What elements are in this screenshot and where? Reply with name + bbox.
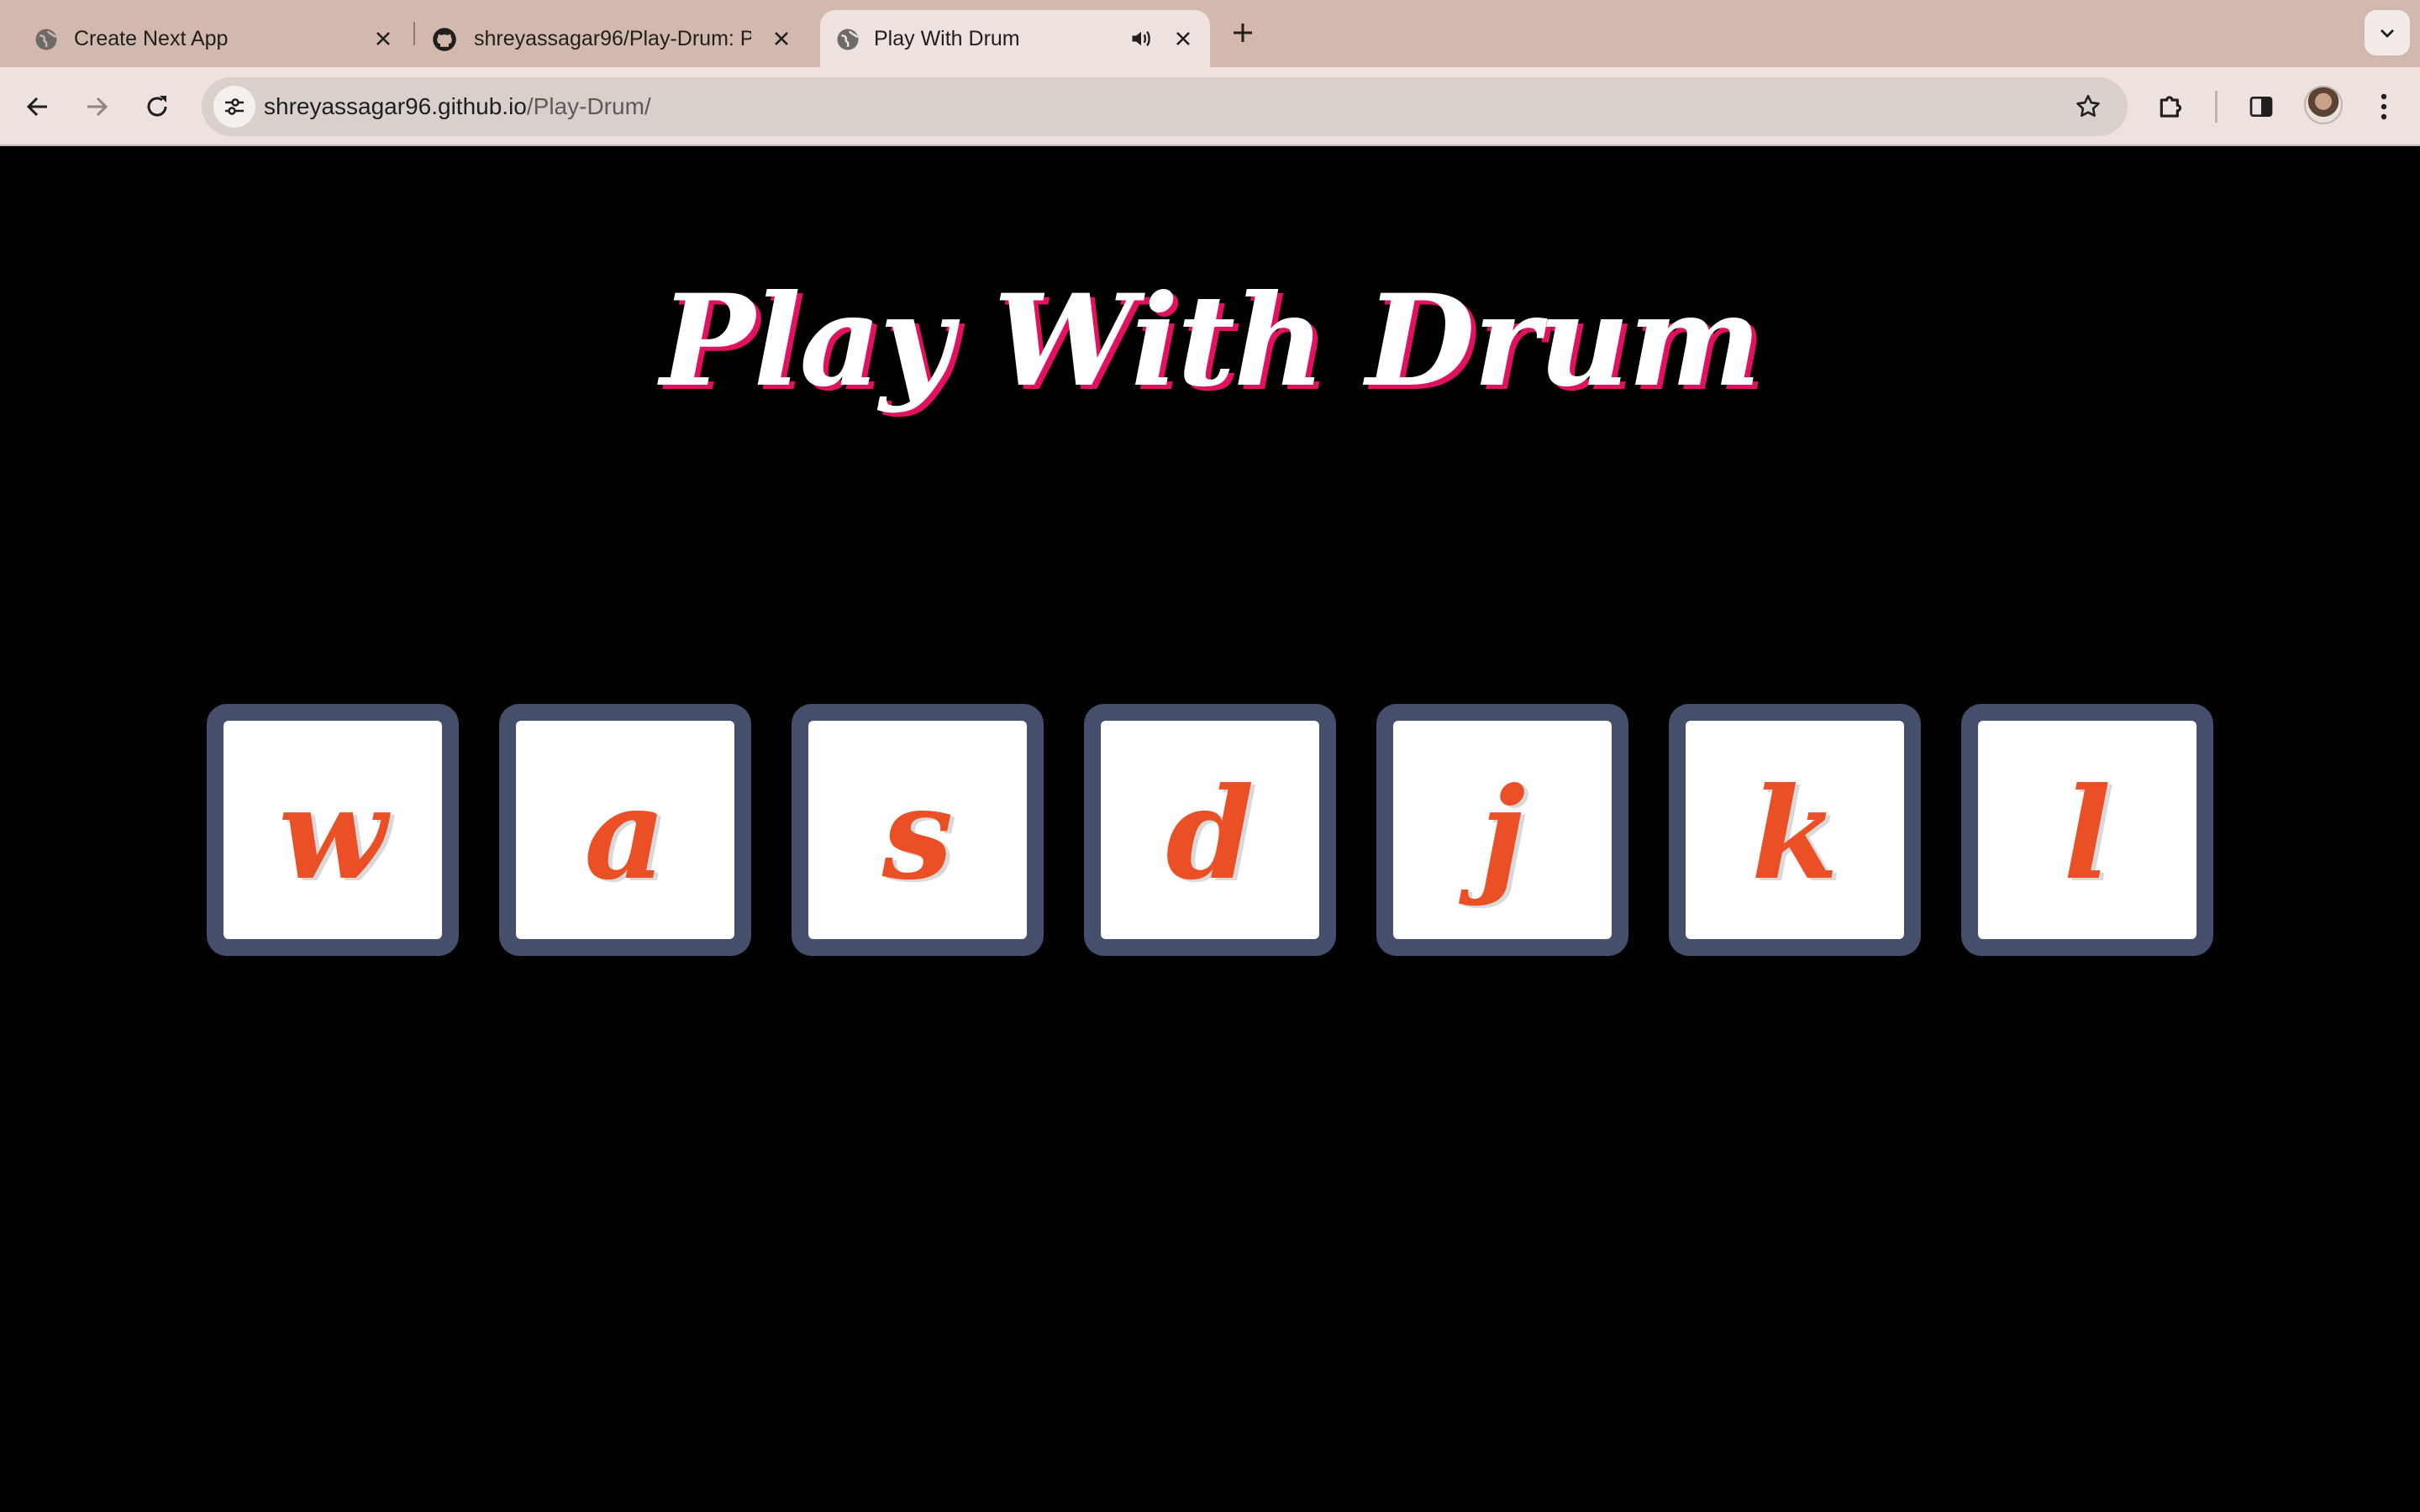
tab-strip: Create Next App shreyassagar96/Play-Drum… [0, 0, 2420, 67]
reload-icon [147, 96, 167, 117]
drum-key-letter: d [1165, 760, 1255, 908]
page-content: Play With Drum w a s d j k l [0, 148, 2420, 1512]
address-bar[interactable]: shreyassagar96.github.io/Play-Drum/ [202, 77, 2128, 136]
drum-key-s[interactable]: s [792, 704, 1044, 956]
extensions-button[interactable] [2151, 86, 2193, 128]
globe-icon [35, 29, 57, 50]
chevron-down-icon [2381, 29, 2394, 38]
new-tab-button[interactable] [1225, 15, 1260, 50]
arrow-left-icon [26, 97, 47, 117]
back-button[interactable] [17, 86, 59, 128]
plus-icon [1234, 24, 1252, 42]
url-domain: shreyassagar96.github.io [264, 93, 527, 119]
drum-key-letter: l [2063, 760, 2112, 908]
side-panel-icon [2249, 97, 2273, 117]
reload-button[interactable] [136, 86, 178, 128]
tab-title: Play With Drum [874, 27, 1020, 50]
tab-play-with-drum[interactable]: Play With Drum [820, 10, 1210, 67]
more-vert-icon [2381, 93, 2387, 120]
drum-key-k[interactable]: k [1669, 704, 1921, 956]
drum-key-letter: s [881, 760, 954, 908]
url-path: /Play-Drum/ [526, 93, 651, 119]
drum-key-letter: a [584, 760, 666, 908]
close-tab-icon[interactable] [370, 25, 397, 52]
browser-toolbar: shreyassagar96.github.io/Play-Drum/ [0, 67, 2420, 146]
tab-search-button[interactable] [2365, 10, 2410, 55]
profile-avatar[interactable] [2304, 86, 2343, 124]
forward-button[interactable] [76, 86, 118, 128]
tab-create-next-app[interactable]: Create Next App [0, 10, 412, 67]
drum-key-letter: k [1751, 760, 1839, 908]
drum-key-d[interactable]: d [1084, 704, 1336, 956]
drum-key-l[interactable]: l [1961, 704, 2213, 956]
page-title: Play With Drum [660, 267, 1762, 415]
globe-icon [837, 29, 859, 50]
tab-title: shreyassagar96/Play-Drum: P [474, 27, 751, 50]
url-text[interactable]: shreyassagar96.github.io/Play-Drum/ [264, 77, 651, 136]
toolbar-divider [2215, 91, 2217, 123]
browser-menu-button[interactable] [2363, 86, 2405, 128]
drum-key-a[interactable]: a [499, 704, 751, 956]
speaker-icon[interactable] [1128, 25, 1155, 52]
side-panel-button[interactable] [2240, 86, 2282, 128]
site-info-icon[interactable] [213, 86, 255, 128]
close-tab-icon[interactable] [1170, 25, 1197, 52]
arrow-right-icon [87, 97, 108, 117]
drum-key-letter: w [278, 760, 387, 908]
tab-github-play-drum[interactable]: shreyassagar96/Play-Drum: P [417, 10, 812, 67]
bookmark-star-icon[interactable] [2069, 87, 2107, 126]
close-tab-icon[interactable] [768, 25, 795, 52]
tab-title: Create Next App [74, 27, 229, 50]
puzzle-icon [2160, 96, 2182, 118]
tab-separator [413, 22, 415, 45]
drum-key-j[interactable]: j [1376, 704, 1628, 956]
github-icon [433, 28, 456, 51]
drum-key-w[interactable]: w [207, 704, 459, 956]
drum-key-letter: j [1479, 760, 1526, 908]
